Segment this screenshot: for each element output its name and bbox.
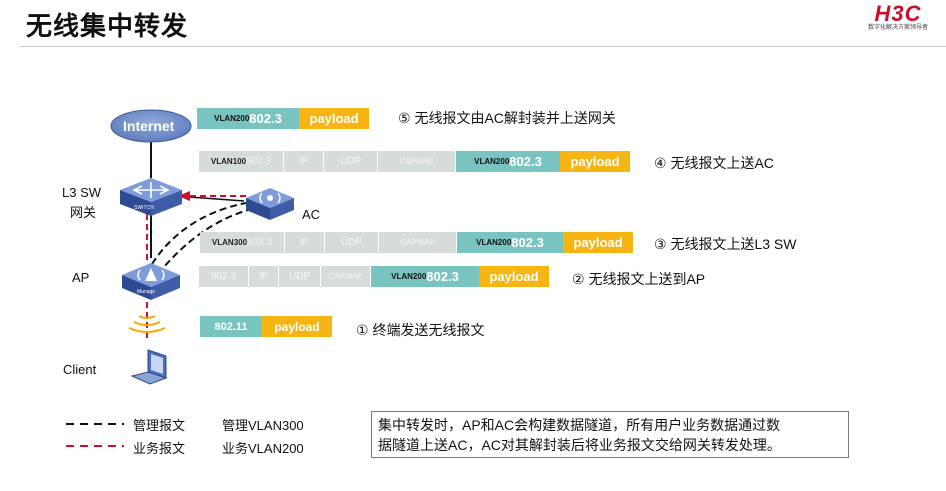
ap-caption: Manage [137, 289, 156, 295]
outer-vlan-tag: VLAN100 [210, 157, 247, 166]
internet-label: Internet [123, 118, 175, 134]
note-line-1: 集中转发时，AP和AC会构建数据隧道，所有用户业务数据通过数 [378, 417, 781, 433]
inner-vlan-cell: VLAN200 802.3 [457, 232, 563, 253]
capwap-cell: CAPWAP [378, 151, 456, 172]
inner-vlan-cell: VLAN200 802.3 [371, 266, 479, 287]
ip-cell: IP [285, 232, 325, 253]
inner-vlan-tag: VLAN200 [474, 157, 510, 166]
vlan-dot3-cell: VLAN200 802.3 [197, 108, 299, 129]
legend-biz-label: 业务报文 [133, 441, 186, 456]
vlan-tag: VLAN200 [214, 114, 250, 123]
payload-cell: payload [299, 108, 369, 129]
explanation-note: 集中转发时，AP和AC会构建数据隧道，所有用户业务数据通过数 据隧道上送AC，A… [371, 411, 849, 458]
packet-row-2: 802.3 IP UDP CAPWAP VLAN200 802.3 payload [199, 266, 549, 287]
legend-mgmt-vlan: 管理VLAN300 [222, 418, 304, 433]
payload-cell: payload [563, 232, 633, 253]
outer-dot3-tag: 802.3 [247, 237, 273, 248]
outer-dot3-tag: 802.3 [246, 156, 272, 167]
outer-vlan-tag: VLAN300 [211, 238, 248, 247]
payload-cell: payload [262, 316, 332, 337]
outer-vlan-cell: VLAN100 802.3 [199, 151, 284, 172]
step-3-text: ③ 无线报文上送L3 SW [654, 236, 797, 252]
udp-cell: UDP [324, 151, 378, 172]
inner-dot3-tag: 802.3 [509, 154, 542, 169]
legend-mgmt-label: 管理报文 [133, 418, 186, 433]
gateway-label: 网关 [70, 205, 97, 220]
legend-biz-vlan: 业务VLAN200 [222, 441, 304, 456]
client-label: Client [63, 362, 97, 377]
payload-cell: payload [560, 151, 630, 172]
ip-cell: IP [249, 266, 279, 287]
dot3-tag: 802.3 [249, 111, 282, 126]
l3sw-label: L3 SW [62, 185, 102, 200]
note-line-2: 据隧道上送AC，AC对其解封装后将业务报文交给网关转发处理。 [378, 437, 781, 453]
step-5-text: ⑤ 无线报文由AC解封装并上送网关 [398, 110, 616, 126]
packet-row-3: VLAN300 802.3 IP UDP CAPWAP VLAN200 802.3 … [200, 232, 633, 253]
packet-row-5: VLAN200 802.3 payload [197, 108, 369, 129]
client-laptop-icon [130, 349, 168, 385]
inner-dot3-tag: 802.3 [426, 269, 459, 284]
step-4-text: ④ 无线报文上送AC [654, 155, 774, 171]
outer-dot3-cell: 802.3 [199, 266, 249, 287]
capwap-cell: CAPWAP [379, 232, 457, 253]
ip-cell: IP [284, 151, 324, 172]
step-2-text: ② 无线报文上送到AP [572, 271, 706, 287]
payload-cell: payload [479, 266, 549, 287]
packet-row-1: 802.11 payload [200, 316, 332, 337]
packet-row-4: VLAN100 802.3 IP UDP CAPWAP VLAN200 802.3 … [199, 151, 630, 172]
udp-cell: UDP [325, 232, 379, 253]
wireless-waves-icon [128, 315, 166, 333]
step-1-text: ① 终端发送无线报文 [356, 322, 485, 338]
ac-label: AC [302, 207, 321, 222]
inner-dot3-tag: 802.3 [511, 235, 544, 250]
ap-label: AP [72, 270, 90, 285]
capwap-cell: CAPWAP [321, 266, 371, 287]
outer-vlan-cell: VLAN300 802.3 [200, 232, 285, 253]
ac-icon [246, 188, 294, 220]
inner-vlan-cell: VLAN200 802.3 [456, 151, 560, 172]
udp-cell: UDP [279, 266, 321, 287]
inner-vlan-tag: VLAN200 [476, 238, 512, 247]
switch-caption: SWITCH [134, 205, 154, 211]
dot11-cell: 802.11 [200, 316, 262, 337]
inner-vlan-tag: VLAN200 [391, 272, 427, 281]
